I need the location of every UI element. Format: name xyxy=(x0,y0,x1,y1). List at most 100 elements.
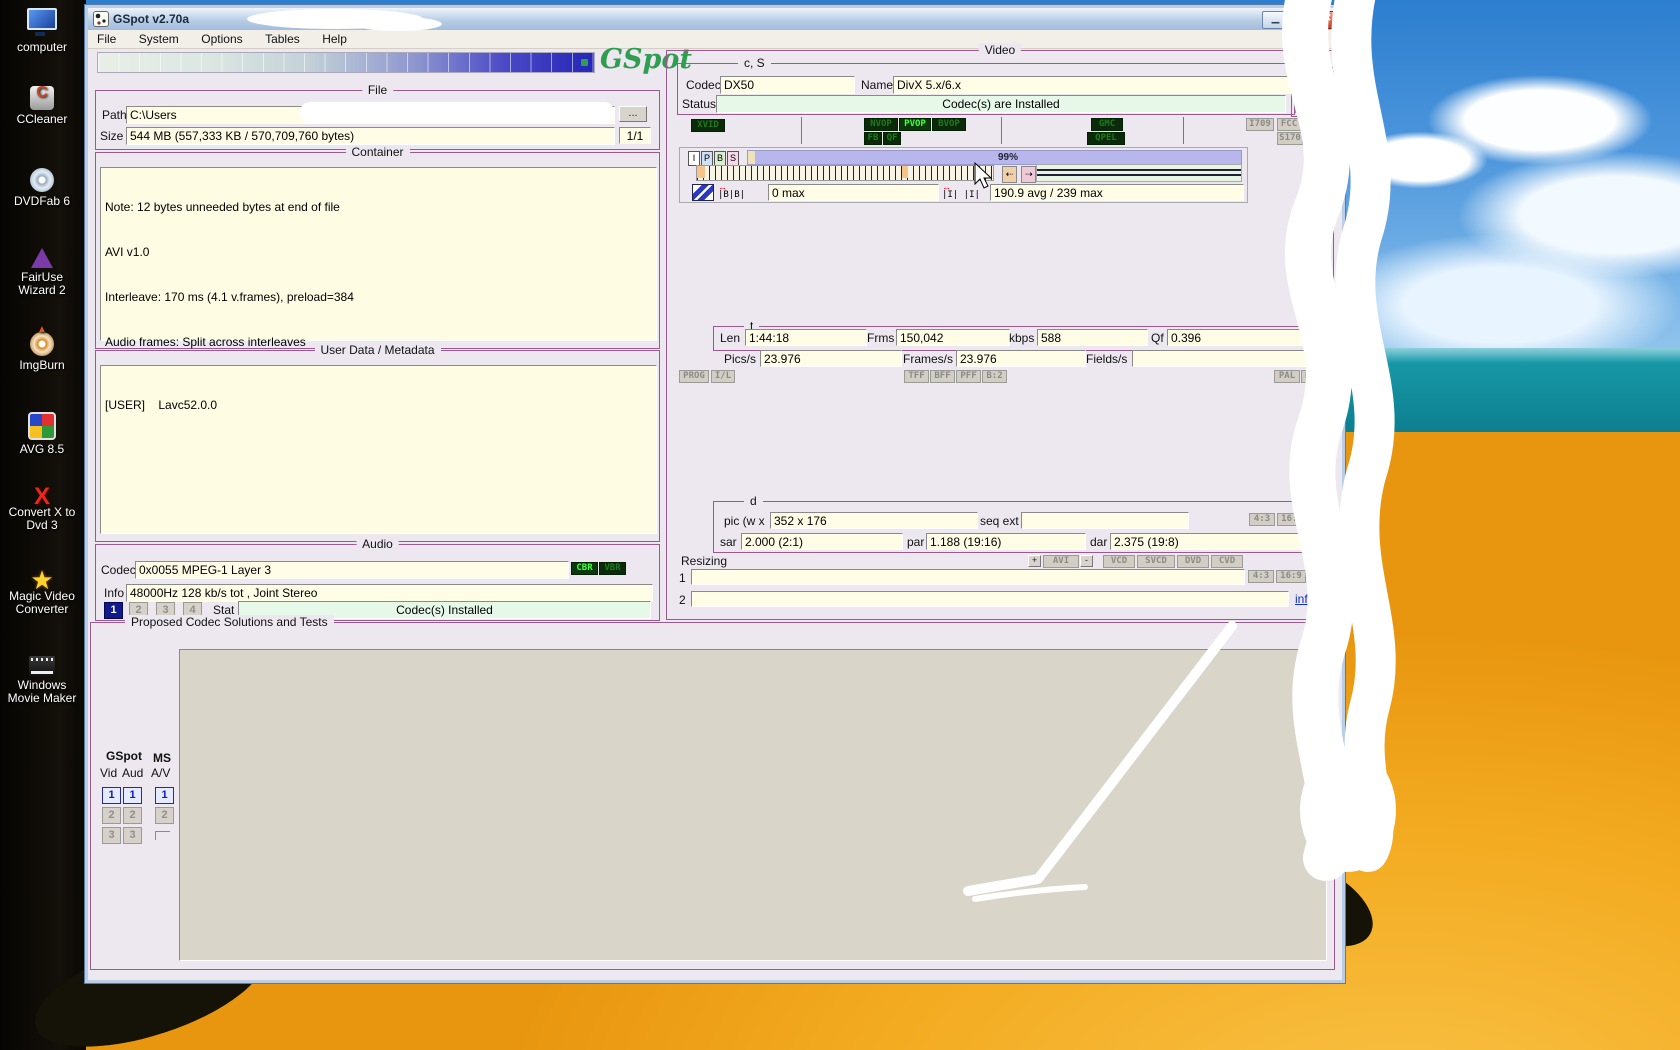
d-group: d pic (w x 352 x 176 seq ext 4:3 16:9 sa… xyxy=(713,494,1331,553)
pics-label: Pics/s xyxy=(724,352,757,366)
desktop-icon-dvdfab[interactable]: DVDFab 6 xyxy=(4,168,80,208)
nvop-badge: NVOP xyxy=(864,118,898,131)
par-label: par xyxy=(907,535,925,549)
path-field[interactable]: C:\Users xyxy=(126,106,615,124)
colorimetry-badge: I709 xyxy=(1246,118,1274,131)
proposed-group: Proposed Codec Solutions and Tests GSpot… xyxy=(90,615,1335,970)
desktop-icon-convertx[interactable]: X Convert X to Dvd 3 xyxy=(4,485,80,532)
frame-nav-icons[interactable]: ⇠ ⇢ xyxy=(1002,164,1037,183)
avi-badge: AVI xyxy=(1043,555,1079,568)
size-field: 544 MB (557,333 KB / 570,709,760 bytes) xyxy=(126,127,615,145)
divider xyxy=(1001,117,1002,144)
info-link[interactable]: info xyxy=(1295,592,1314,606)
bitrate-line xyxy=(1037,169,1241,171)
resize-row1-field[interactable] xyxy=(691,569,1245,585)
frames-label: Frames/s xyxy=(903,352,954,366)
gspot-aud-test-2[interactable]: 2 xyxy=(123,807,142,824)
bitrate-strip xyxy=(1036,164,1242,182)
pic-label: pic (w x xyxy=(724,514,765,528)
mpg2-badge: MPG2 xyxy=(1295,72,1331,85)
avg-shield-icon xyxy=(28,412,56,440)
colorimetry-badge: S240 xyxy=(1305,132,1331,145)
video-group: Video c, S Codec DX50 Name DivX 5.x/6.x … xyxy=(666,43,1335,620)
vid-label: Vid xyxy=(100,766,118,780)
i-frame-marks: |I| |I| xyxy=(942,190,980,200)
minimize-button[interactable]: ▁ xyxy=(1262,11,1289,29)
gspot-vid-test-1[interactable]: 1 xyxy=(102,787,121,804)
pics-field: 23.976 xyxy=(760,350,902,367)
menu-file[interactable]: File xyxy=(88,30,125,46)
gspot-aud-test-1[interactable]: 1 xyxy=(123,787,142,804)
bvop-badge: BVOP xyxy=(932,118,966,131)
menu-tables[interactable]: Tables xyxy=(256,30,309,46)
gspot-aud-test-3[interactable]: 3 xyxy=(123,827,142,844)
cvd-badge: CVD xyxy=(1211,555,1243,568)
userdata-group: User Data / Metadata [USER] Lavc52.0.0 xyxy=(95,343,660,542)
desktop-icon-label: computer xyxy=(16,40,68,54)
video-group-title: Video xyxy=(978,43,1022,57)
container-group-title: Container xyxy=(345,145,410,159)
desktop-icon-avg[interactable]: AVG 8.5 xyxy=(4,412,80,456)
vcd-badge: VCD xyxy=(1103,555,1135,568)
title-bar[interactable]: GSpot v2.70a xyxy=(88,8,1342,30)
computer-icon xyxy=(27,8,57,36)
resizing-label: Resizing xyxy=(681,554,728,568)
desktop-icon-imgburn[interactable]: ImgBurn xyxy=(4,323,80,372)
path-label: Path xyxy=(102,108,127,122)
desktop-icon-label: Magic Video Converter xyxy=(9,589,75,616)
par-field: 1.188 (19:16) xyxy=(926,533,1086,550)
fields-field xyxy=(1132,350,1332,367)
h264-badge: H264 xyxy=(1295,100,1331,113)
colorimetry-badge: FCC xyxy=(1277,118,1301,131)
ruler-mark xyxy=(697,166,705,178)
ms-av-test-1[interactable]: 1 xyxy=(155,787,174,804)
ms-bracket xyxy=(155,831,170,840)
progress-percent: 99% xyxy=(998,152,1019,163)
menu-system[interactable]: System xyxy=(130,30,188,46)
desktop-icon-magicvideo[interactable]: ★ Magic Video Converter xyxy=(4,567,80,616)
desktop-icon-label: Windows Movie Maker xyxy=(7,678,77,705)
iframe-key: I xyxy=(688,151,700,166)
progress-start-segment xyxy=(748,151,755,164)
av-label: A/V xyxy=(151,766,171,780)
len-label: Len xyxy=(720,331,741,345)
menu-bar: File System Options Tables Help xyxy=(88,30,1342,49)
cbr-badge: CBR xyxy=(571,562,598,575)
ntsc-badge: NTSC xyxy=(1301,370,1331,383)
menu-options[interactable]: Options xyxy=(192,30,251,46)
video-cs-group: c, S Codec DX50 Name DivX 5.x/6.x Status… xyxy=(677,56,1295,115)
userdata-box: [USER] Lavc52.0.0 xyxy=(100,365,657,534)
desktop-icon-computer[interactable]: computer xyxy=(4,8,80,54)
divider xyxy=(801,117,802,144)
resize-minus-button[interactable]: - xyxy=(1080,555,1093,567)
desktop-icon-ccleaner[interactable]: C CCleaner xyxy=(4,85,80,126)
frame-back-icon: ⇠ xyxy=(1002,166,1017,183)
aspect-43-badge: 4:3 xyxy=(1249,513,1275,526)
svcd-badge: SVCD xyxy=(1137,555,1175,568)
ms-col-label: MS xyxy=(153,751,171,765)
frame-analysis-panel: IPBS 99% ⇠ ⇢ ↔ |B|B| 0 max ↔ |I| |I| 190… xyxy=(679,147,1248,203)
audio-info-label: Info xyxy=(104,586,125,600)
scan-progress-bar: 99% xyxy=(747,150,1242,165)
gspot-vid-test-2[interactable]: 2 xyxy=(102,807,121,824)
audio-codec-label: Codec xyxy=(101,563,136,577)
desktop-icon-fairuse[interactable]: FairUse Wizard 2 xyxy=(4,248,80,297)
browse-button[interactable]: ... xyxy=(619,106,647,122)
dar-label: dar xyxy=(1090,535,1108,549)
container-line: AVI v1.0 xyxy=(105,245,150,259)
desktop-icon-label: FairUse Wizard 2 xyxy=(18,270,66,297)
file-group: File Path C:\Users ... Size 544 MB (557,… xyxy=(95,83,660,150)
gspot-vid-test-3[interactable]: 3 xyxy=(102,827,121,844)
close-button[interactable]: ✕ xyxy=(1314,11,1341,29)
maximize-button[interactable]: ❐ xyxy=(1288,11,1315,29)
resize-plus-button[interactable]: + xyxy=(1028,555,1041,567)
qf-label: Qf xyxy=(1151,331,1164,345)
resize-row2-field[interactable] xyxy=(691,591,1289,607)
desktop-icon-moviemaker[interactable]: Windows Movie Maker xyxy=(4,656,80,705)
container-line: Interleave: 170 ms (4.1 v.frames), prelo… xyxy=(105,290,354,304)
file-pager[interactable]: 1/1 xyxy=(619,127,651,144)
menu-help[interactable]: Help xyxy=(313,30,356,46)
window-title: GSpot v2.70a xyxy=(113,12,190,26)
audio-stat-1[interactable]: 1 xyxy=(104,602,123,619)
ms-av-test-2[interactable]: 2 xyxy=(155,807,174,824)
